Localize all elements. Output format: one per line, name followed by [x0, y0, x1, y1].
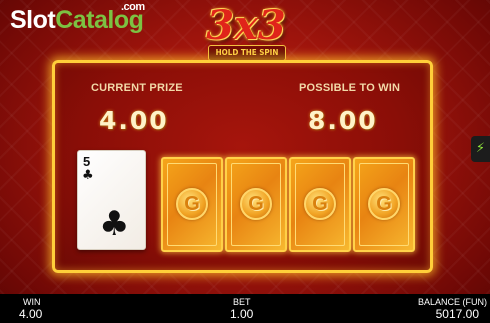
- club-small-icon: ♣: [82, 168, 94, 183]
- status-bar: WIN 4.00 BET 1.00 BALANCE (FUN) 5017.00: [0, 294, 490, 323]
- lightning-icon: ⚡: [475, 141, 486, 156]
- face-down-card-2[interactable]: G: [225, 157, 287, 252]
- bet-value: 1.00: [230, 307, 254, 321]
- game-logo: 3x3 HOLD THE SPIN: [190, 4, 302, 64]
- win-value: 4.00: [19, 307, 43, 321]
- win-label: WIN: [23, 297, 41, 307]
- face-down-card-4[interactable]: G: [353, 157, 415, 252]
- gamble-panel: CURRENT PRIZE 4.00 POSSIBLE TO WIN 8.00 …: [52, 60, 433, 273]
- balance-value: 5017.00: [435, 307, 480, 321]
- g-coin-icon: G: [240, 188, 272, 220]
- win-display: WIN 4.00: [19, 297, 42, 321]
- possible-to-win-value: 8.00: [308, 106, 378, 135]
- g-coin-icon: G: [176, 188, 208, 220]
- watermark-dotcom-text: .com: [121, 1, 145, 13]
- slotcatalog-watermark: SlotCatalog .com: [10, 1, 145, 35]
- card-rank: 5: [83, 154, 91, 169]
- game-logo-subtitle: HOLD THE SPIN: [208, 45, 286, 61]
- current-prize-label: CURRENT PRIZE: [91, 82, 183, 94]
- club-large-icon: ♣: [99, 204, 130, 244]
- game-logo-title: 3x3: [206, 2, 286, 49]
- g-coin-icon: G: [368, 188, 400, 220]
- current-prize-value: 4.00: [99, 106, 169, 135]
- watermark-slot-text: Slot: [10, 6, 56, 34]
- g-coin-icon: G: [304, 188, 336, 220]
- bet-display: BET 1.00: [230, 297, 253, 321]
- revealed-card: 5 ♣ ♣: [77, 150, 146, 250]
- side-menu-tab[interactable]: ⚡: [471, 136, 490, 162]
- balance-display: BALANCE (FUN) 5017.00: [418, 297, 487, 321]
- bet-label: BET: [233, 297, 251, 307]
- possible-to-win-label: POSSIBLE TO WIN: [299, 82, 401, 94]
- balance-label: BALANCE (FUN): [418, 297, 488, 307]
- face-down-card-3[interactable]: G: [289, 157, 351, 252]
- face-down-card-1[interactable]: G: [161, 157, 223, 252]
